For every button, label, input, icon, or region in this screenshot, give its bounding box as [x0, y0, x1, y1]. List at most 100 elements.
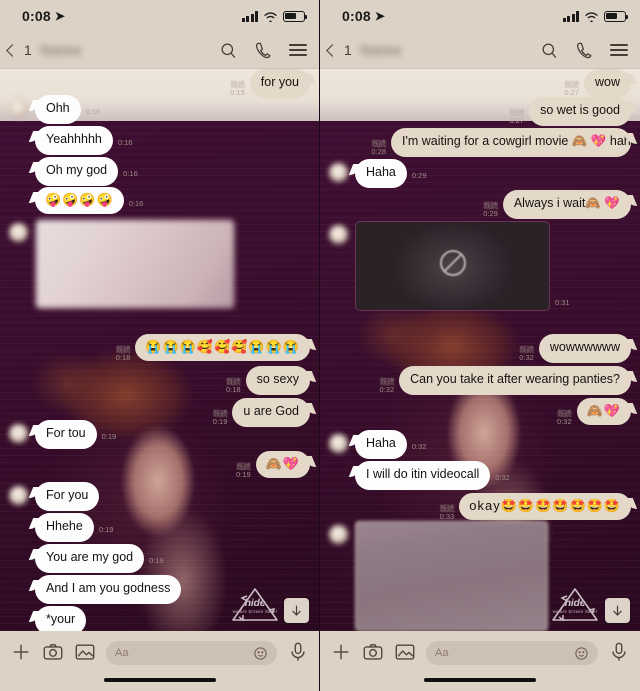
message-row[interactable]: For you [9, 482, 100, 511]
hamburger-menu-icon[interactable] [610, 44, 628, 56]
message-row[interactable]: And I am you godness [35, 575, 182, 604]
blurred-hand-photo[interactable] [35, 219, 235, 309]
message-bubble[interactable]: for you [249, 69, 310, 98]
blurred-torso-photo[interactable] [355, 521, 548, 631]
message-meta: 既読 0:33 [439, 504, 455, 522]
read-receipt: 既読 [557, 409, 572, 418]
message-bubble[interactable]: 😭😭😭🥰🥰🥰😭😭😭 [135, 334, 310, 362]
chat-scroll-area-left[interactable]: 既読 0:15 for you Ohh 0:16 Yeahhhhh 0:16 O… [0, 69, 319, 631]
phone-call-icon[interactable] [575, 41, 594, 60]
message-bubble[interactable]: so wet is good [529, 97, 631, 126]
message-bubble[interactable]: For tou [35, 420, 97, 449]
message-row[interactable]: 既読 0:32 wowwwwww [519, 334, 631, 363]
message-bubble[interactable]: 🤪🤪🤪🤪 [35, 187, 124, 215]
avatar[interactable] [9, 223, 28, 242]
plus-icon[interactable] [10, 641, 32, 663]
message-meta: 既読 0:27 [564, 80, 579, 98]
back-button-left[interactable]: 1 [6, 42, 32, 58]
blocked-content-photo[interactable] [355, 221, 550, 311]
back-button-right[interactable]: 1 [326, 42, 352, 58]
smiley-face-icon[interactable] [574, 646, 589, 661]
message-time: 0:29 [483, 209, 498, 219]
message-row[interactable]: Haha 0:32 [329, 430, 427, 459]
message-input-bar-left: Aa [0, 631, 319, 691]
message-row[interactable]: 既読 0:32 Can you take it after wearing pa… [380, 366, 631, 395]
message-row[interactable]: *your [35, 606, 87, 631]
message-row-photo[interactable] [329, 521, 548, 631]
microphone-icon[interactable] [287, 641, 309, 663]
search-icon[interactable] [540, 41, 559, 60]
message-bubble[interactable]: I will do itin videocall [355, 461, 491, 490]
message-bubble[interactable]: okay🤩🤩🤩🤩🤩🤩🤩 [459, 493, 631, 521]
camera-icon[interactable] [362, 641, 384, 663]
message-bubble[interactable]: Hhehe [35, 513, 94, 542]
message-row[interactable]: 既読 0:28 I'm waiting for a cowgirl movie … [371, 128, 638, 157]
smiley-face-icon[interactable] [253, 646, 268, 661]
message-row[interactable]: 既読 0:27 wow [564, 69, 631, 98]
message-time: 0:32 [379, 385, 395, 395]
message-row[interactable]: 既読 0:18 😭😭😭🥰🥰🥰😭😭😭 [116, 334, 310, 363]
avatar[interactable] [9, 486, 28, 505]
scroll-to-bottom-button-left[interactable] [284, 598, 309, 623]
message-bubble[interactable]: For you [35, 482, 100, 511]
message-row[interactable]: 既読 0:32 🙈💖 [557, 398, 631, 427]
message-bubble[interactable]: You are my god [35, 544, 145, 573]
message-bubble[interactable]: Haha [355, 430, 407, 459]
search-icon[interactable] [219, 41, 238, 60]
message-bubble[interactable]: Haha [355, 159, 407, 188]
message-row[interactable]: Oh my god 0:16 [35, 157, 138, 186]
read-receipt: 既読 [226, 377, 241, 386]
message-row[interactable]: Haha 0:29 [329, 159, 427, 188]
message-bubble[interactable]: *your [35, 606, 87, 631]
message-row[interactable]: 既読 0:18 so sexy [226, 366, 310, 395]
camera-icon[interactable] [42, 641, 64, 663]
message-row[interactable]: 既読 0:29 Always i wait🙈 💖 [483, 190, 631, 219]
read-receipt: 既読 [439, 504, 454, 513]
message-bubble[interactable]: And I am you godness [35, 575, 182, 604]
message-row[interactable]: Yeahhhhh 0:16 [35, 126, 132, 155]
photo-gallery-icon[interactable] [394, 641, 416, 663]
hamburger-menu-icon[interactable] [289, 44, 307, 56]
message-row[interactable]: Ohh 0:16 [9, 95, 100, 124]
avatar[interactable] [9, 99, 28, 118]
message-row[interactable]: 🤪🤪🤪🤪 0:16 [35, 187, 143, 215]
message-bubble[interactable]: Always i wait🙈 💖 [502, 190, 631, 219]
message-row[interactable]: For tou 0:19 [9, 420, 116, 449]
scroll-to-bottom-button-right[interactable] [605, 598, 630, 623]
message-text-input-right[interactable]: Aa [426, 641, 598, 665]
message-row[interactable]: 既読 0:19 🙈💖 [236, 451, 310, 480]
nav-actions-right [540, 41, 628, 60]
message-bubble[interactable]: wow [583, 69, 631, 98]
message-row[interactable]: Hhehe 0:19 [35, 513, 113, 542]
avatar[interactable] [329, 434, 348, 453]
message-bubble[interactable]: Ohh [35, 95, 81, 124]
message-row[interactable]: 既読 0:15 for you [230, 69, 310, 98]
message-row[interactable]: 既読 0:33 okay🤩🤩🤩🤩🤩🤩🤩 [440, 493, 631, 522]
message-text-input-left[interactable]: Aa [106, 641, 277, 665]
phone-call-icon[interactable] [254, 41, 273, 60]
message-bubble[interactable]: I'm waiting for a cowgirl movie 🙈 💖 haha [391, 128, 638, 157]
plus-icon[interactable] [330, 641, 352, 663]
message-row[interactable]: You are my god 0:19 [35, 544, 164, 573]
hide-watermark-right: hide we are Screen Saver [547, 584, 603, 626]
avatar[interactable] [329, 163, 348, 182]
avatar[interactable] [329, 525, 348, 544]
message-bubble[interactable]: u are God [232, 398, 310, 427]
message-row-photo[interactable]: 0:31 [329, 221, 570, 311]
message-row[interactable]: 既読 0:27 so wet is good [509, 97, 631, 126]
message-row[interactable]: I will do itin videocall 0:32 [355, 461, 510, 490]
avatar[interactable] [329, 225, 348, 244]
message-bubble[interactable]: Oh my god [35, 157, 119, 186]
chat-scroll-area-right[interactable]: 既読 0:27 wow 既読 0:27 so wet is good 既読 0:… [320, 69, 640, 631]
message-bubble[interactable]: 🙈💖 [576, 398, 631, 426]
microphone-icon[interactable] [608, 641, 630, 663]
avatar[interactable] [9, 424, 28, 443]
message-bubble[interactable]: 🙈💖 [255, 451, 310, 479]
message-row-photo[interactable] [9, 219, 235, 309]
message-row[interactable]: 既読 0:19 u are God [213, 398, 310, 427]
message-bubble[interactable]: Can you take it after wearing panties? [399, 366, 631, 395]
photo-gallery-icon[interactable] [74, 641, 96, 663]
message-bubble[interactable]: wowwwwww [538, 334, 631, 363]
message-bubble[interactable]: Yeahhhhh [35, 126, 113, 155]
message-bubble[interactable]: so sexy [245, 366, 310, 395]
